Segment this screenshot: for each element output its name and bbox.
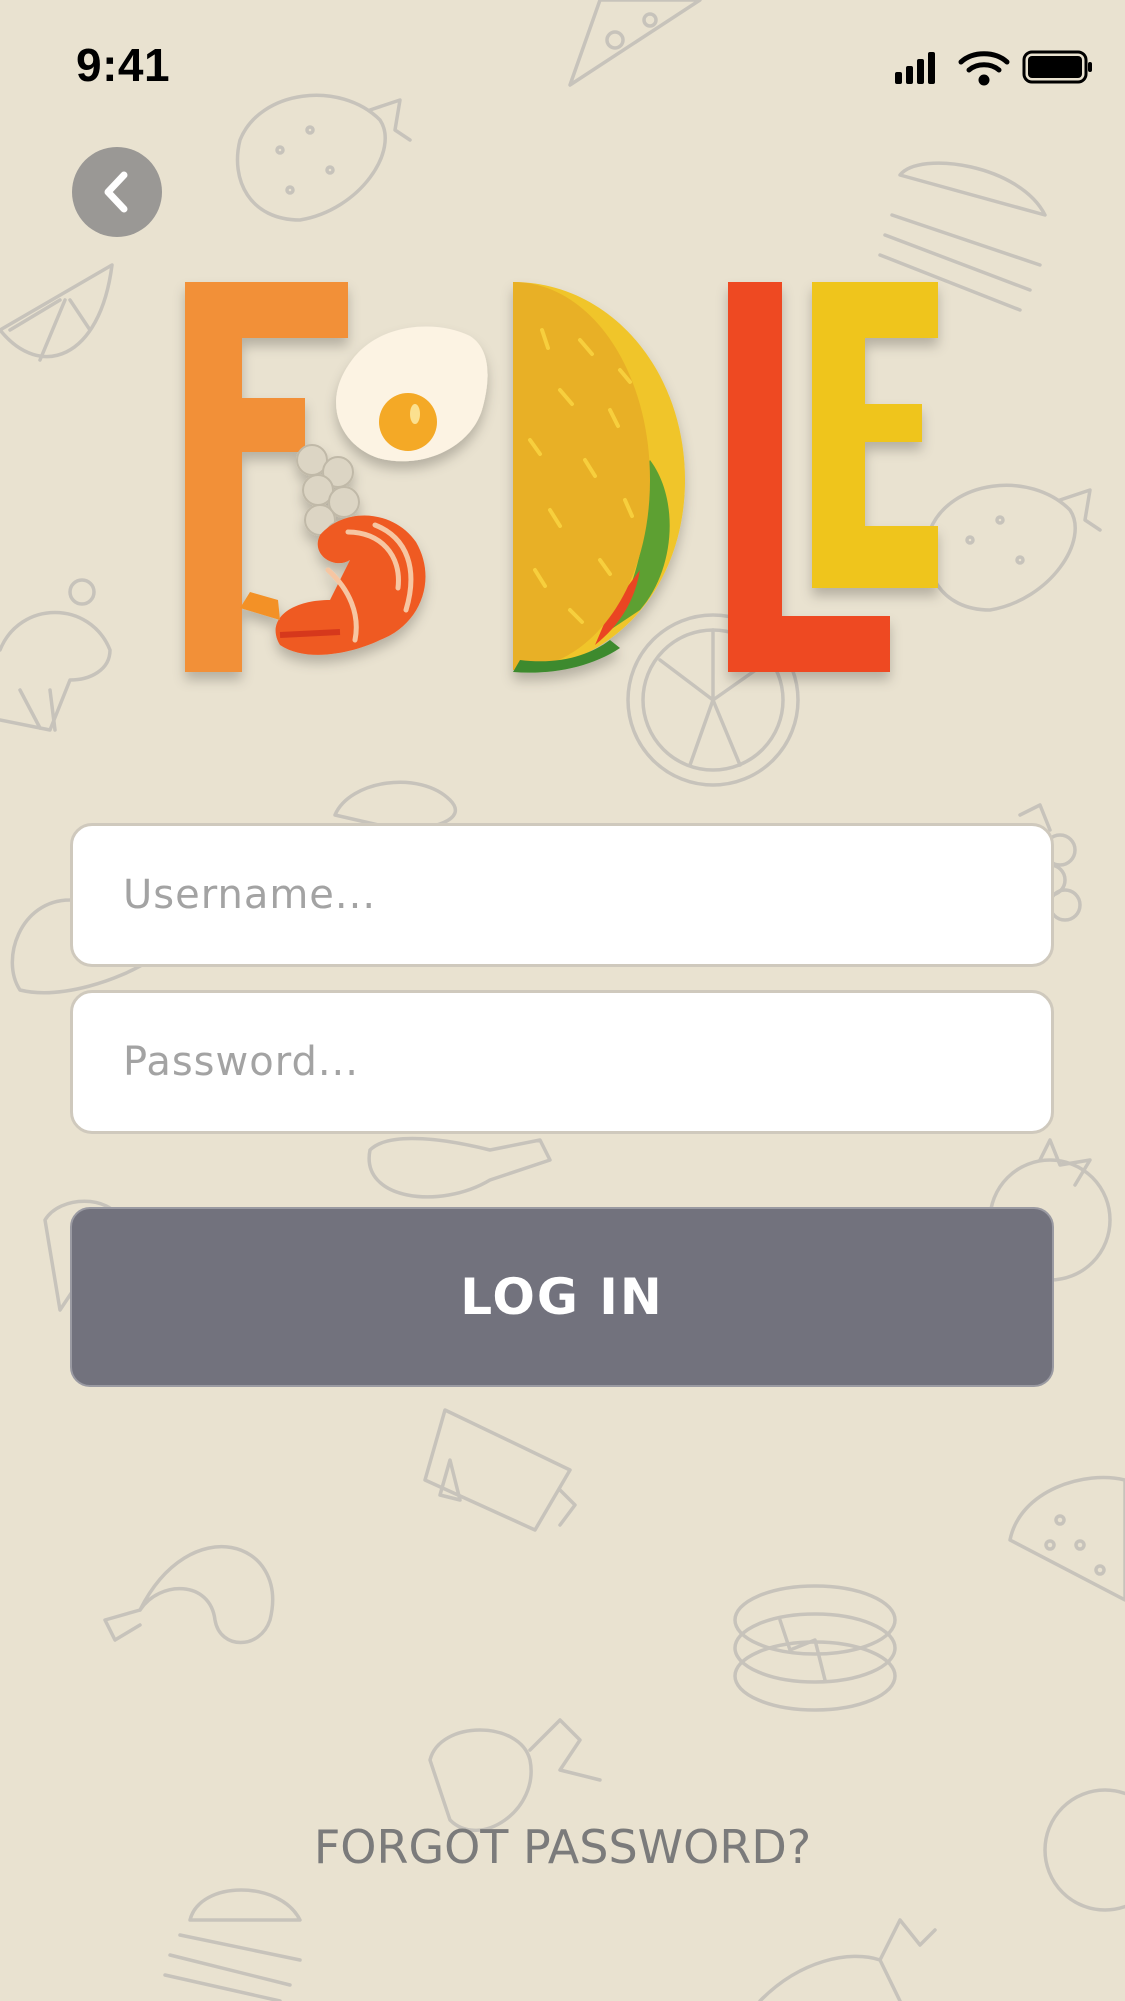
chicken-leg-icon — [367, 1136, 552, 1199]
radish-icon — [428, 1718, 602, 1833]
forgot-password-link[interactable]: FORGOT PASSWORD? — [0, 1820, 1125, 1874]
status-bar: 9:41 — [0, 0, 1125, 140]
shrimp-icon — [103, 1544, 275, 1645]
logo-letter-e — [812, 282, 938, 588]
chevron-left-icon — [104, 171, 128, 213]
pancakes-icon — [733, 1584, 897, 1712]
status-time: 9:41 — [76, 39, 171, 91]
battery-icon — [1022, 50, 1092, 84]
burger-icon — [163, 1888, 302, 2001]
username-input[interactable] — [73, 826, 1051, 964]
taco-icon — [513, 282, 685, 673]
logo-letter-l — [728, 282, 890, 672]
username-field — [70, 823, 1054, 967]
fried-egg-icon — [336, 326, 488, 462]
shrimp-icon — [240, 515, 426, 655]
password-input[interactable] — [73, 993, 1051, 1131]
password-field — [70, 990, 1054, 1134]
mug-icon — [423, 1408, 577, 1532]
back-button[interactable] — [72, 147, 162, 237]
foodle-logo — [185, 282, 938, 673]
lemon-slice-icon — [0, 263, 114, 362]
cupcake-icon — [0, 578, 112, 732]
cellular-signal-icon — [895, 52, 935, 84]
taco-icon — [1008, 1475, 1125, 1602]
carrot-icon — [758, 1918, 937, 2001]
status-icons — [895, 50, 1092, 86]
wifi-icon — [958, 51, 1010, 86]
login-button[interactable]: LOG IN — [70, 1207, 1054, 1387]
